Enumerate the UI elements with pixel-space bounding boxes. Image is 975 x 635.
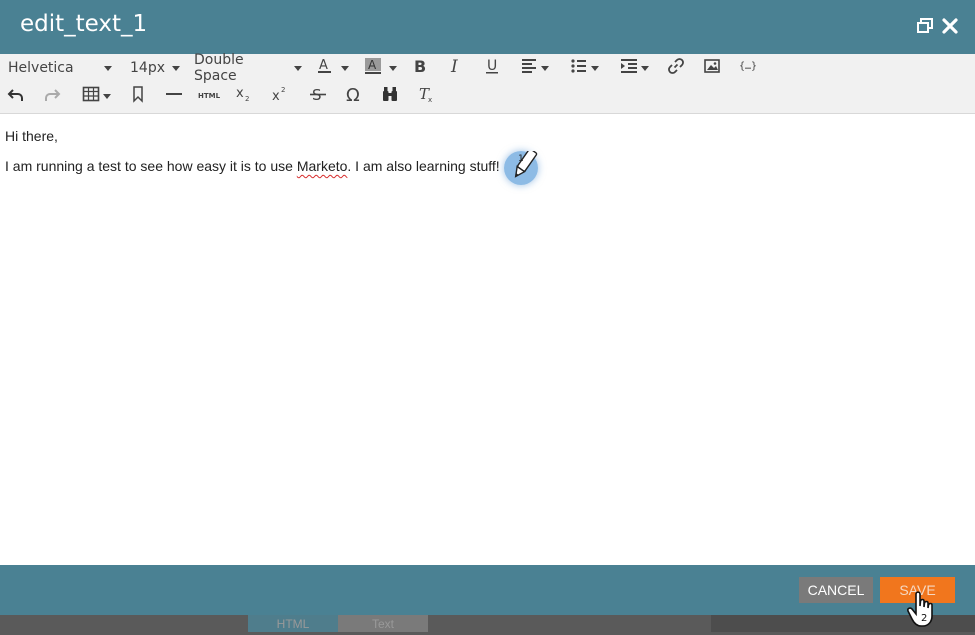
indent-button[interactable] [616,56,652,80]
font-color-button[interactable]: A [312,56,352,80]
svg-text:A: A [368,58,377,72]
line-spacing-value: Double Space [194,52,244,84]
svg-text:A: A [319,58,328,73]
font-color-icon: A [316,57,334,79]
body-text-end: . I am also learning stuff! [347,158,500,174]
step-1-number: 1 [518,154,524,164]
line-spacing-select[interactable]: Double Space [194,52,302,84]
background-color-icon: A [364,57,382,79]
redo-icon [43,85,61,107]
find-replace-icon [381,85,399,107]
step-2-number: 2 [921,613,927,624]
image-icon [703,57,721,79]
font-family-value: Helvetica [8,60,74,76]
align-icon [520,57,538,79]
subscript-icon: x2 [235,85,253,107]
chevron-down-icon [540,65,549,71]
svg-text:x: x [236,86,244,101]
strikethrough-icon: S [309,85,327,107]
chevron-down-icon [388,65,397,71]
underline-icon: U [483,57,501,79]
bold-button[interactable]: B [408,56,432,80]
html-icon: HTML [197,92,221,100]
undo-icon [7,85,25,107]
background-color-button[interactable]: A [360,56,400,80]
dialog-footer: CANCEL SAVE [0,565,975,615]
svg-text:Ω: Ω [346,85,360,103]
chevron-down-icon [102,93,111,99]
bookmark-button[interactable] [126,84,150,108]
svg-text:U: U [487,58,497,74]
font-size-select[interactable]: 14px [130,56,180,80]
editor-toolbar: Helvetica 14px Double Space A A B I U {…… [0,52,975,114]
svg-text:x: x [428,96,432,103]
chevron-down-icon [104,65,112,71]
superscript-button[interactable]: x2 [268,84,292,108]
paragraph-body: I am running a test to see how easy it i… [5,158,500,174]
underline-button[interactable]: U [480,56,504,80]
superscript-icon: x2 [271,85,289,107]
special-character-button[interactable]: Ω [342,84,366,108]
dialog-titlebar: edit_text_1 [0,0,975,54]
list-icon [570,57,588,79]
font-size-value: 14px [130,60,165,76]
link-icon [667,57,685,79]
background-tab-html: HTML [248,615,338,632]
svg-text:2: 2 [281,86,285,94]
misspelled-word: Marketo [296,158,348,174]
token-button[interactable]: {…} [736,56,760,80]
chevron-down-icon [294,65,302,71]
list-button[interactable] [566,56,602,80]
step-2-marker: 2 [906,590,942,630]
html-button[interactable]: HTML [196,84,222,108]
strikethrough-button[interactable]: S [306,84,330,108]
indent-icon [620,57,638,79]
dialog-title: edit_text_1 [20,11,148,37]
edit-text-dialog: edit_text_1 Helvetica 14px Double Space … [0,0,975,615]
undo-button[interactable] [4,84,28,108]
align-button[interactable] [516,56,552,80]
subscript-button[interactable]: x2 [232,84,256,108]
horizontal-rule-icon [165,85,183,107]
svg-text:{…}: {…} [739,61,757,72]
font-family-select[interactable]: Helvetica [8,56,118,80]
chevron-down-icon [590,65,599,71]
clear-format-button[interactable]: Tx [414,84,438,108]
image-button[interactable] [700,56,724,80]
svg-text:I: I [450,57,458,75]
chevron-down-icon [340,65,349,71]
pencil-icon: 1 [514,151,538,178]
cancel-button[interactable]: CANCEL [799,577,873,603]
svg-text:B: B [414,57,426,75]
redo-button[interactable] [40,84,64,108]
paragraph-greeting: Hi there, [5,128,58,144]
restore-window-icon[interactable] [916,17,936,37]
find-replace-button[interactable] [378,84,402,108]
italic-button[interactable]: I [444,56,468,80]
token-icon: {…} [739,57,757,79]
link-button[interactable] [664,56,688,80]
chevron-down-icon [172,65,180,71]
background-tab-text: Text [338,615,428,632]
table-icon [82,85,100,107]
hand-cursor-icon: 2 [907,591,933,627]
horizontal-rule-button[interactable] [162,84,186,108]
table-button[interactable] [78,84,114,108]
special-character-icon: Ω [345,85,363,107]
bold-icon: B [411,57,429,79]
editor-content-area[interactable]: Hi there, I am running a test to see how… [0,114,975,564]
italic-icon: I [447,57,465,79]
chevron-down-icon [640,65,649,71]
body-text-start: I am running a test to see how easy it i… [5,158,297,174]
close-icon[interactable] [941,17,961,37]
bookmark-icon [129,85,147,107]
svg-text:2: 2 [245,95,249,103]
clear-format-icon: Tx [417,85,435,107]
step-1-marker: 1 [504,151,538,185]
svg-text:x: x [272,89,280,103]
